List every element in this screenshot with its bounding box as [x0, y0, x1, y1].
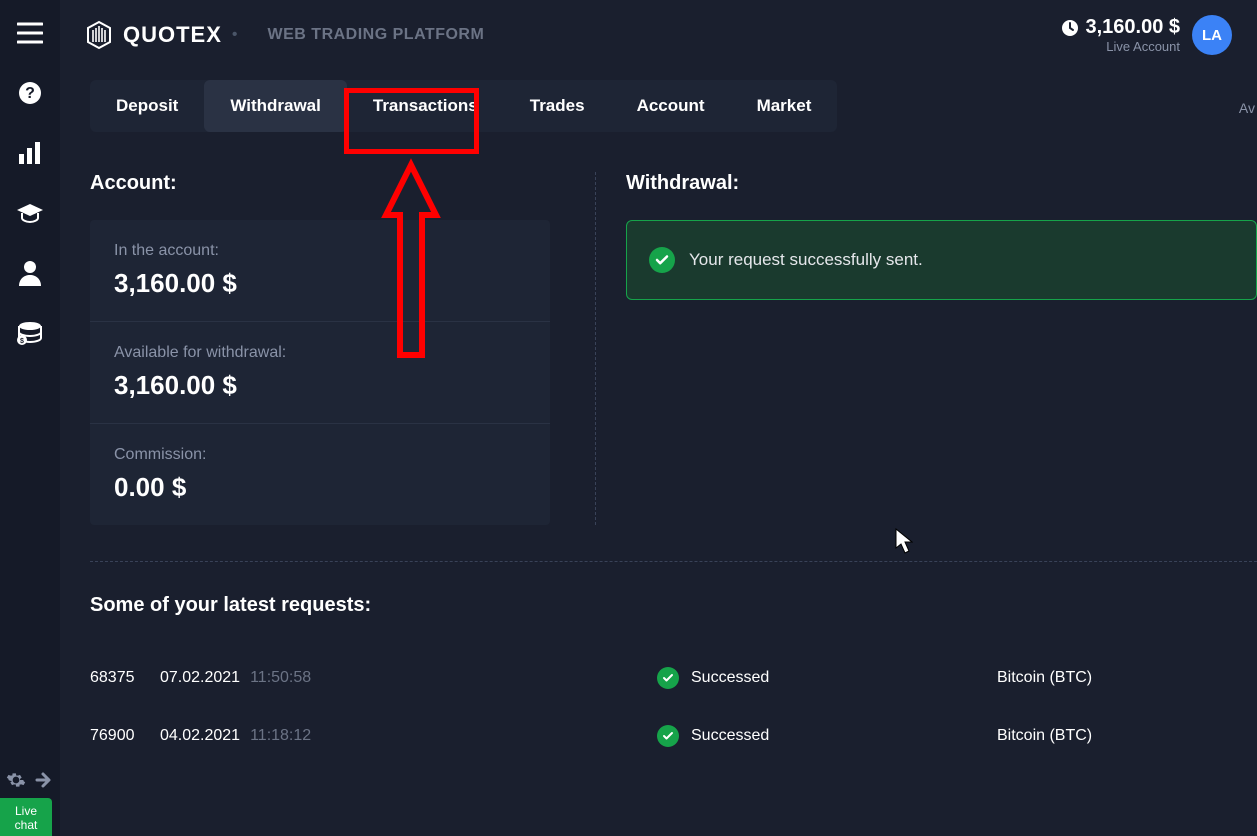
check-icon [649, 247, 675, 273]
balance-amount: 3,160.00 $ [1085, 16, 1180, 39]
info-value: 3,160.00 $ [114, 268, 526, 299]
coins-icon[interactable]: $ [15, 318, 45, 348]
tab-market[interactable]: Market [731, 80, 838, 132]
tab-deposit[interactable]: Deposit [90, 80, 204, 132]
request-status: Successed [691, 669, 769, 687]
tab-withdrawal[interactable]: Withdrawal [204, 80, 347, 132]
withdrawal-section-title: Withdrawal: [626, 172, 1257, 195]
tab-transactions[interactable]: Transactions [347, 80, 504, 132]
tab-trades[interactable]: Trades [504, 80, 611, 132]
info-value: 0.00 $ [114, 472, 526, 503]
user-icon[interactable] [15, 258, 45, 288]
account-type: Live Account [1061, 39, 1180, 54]
request-id: 68375 [90, 669, 160, 687]
info-row-commission: Commission: 0.00 $ [90, 424, 550, 525]
account-section-title: Account: [90, 172, 550, 195]
success-text: Your request successfully sent. [689, 250, 923, 270]
tab-account[interactable]: Account [611, 80, 731, 132]
account-info-card: In the account: 3,160.00 $ Available for… [90, 220, 550, 525]
balance-display[interactable]: 3,160.00 $ Live Account [1061, 16, 1180, 54]
svg-text:?: ? [25, 85, 35, 102]
education-icon[interactable] [15, 198, 45, 228]
latest-requests-title: Some of your latest requests: [90, 594, 1257, 617]
help-icon[interactable]: ? [15, 78, 45, 108]
menu-icon[interactable] [15, 18, 45, 48]
request-date: 07.02.2021 [160, 669, 240, 686]
brand-name: QUOTEX [123, 22, 222, 48]
divider [90, 561, 1257, 562]
success-status-icon [657, 667, 679, 689]
info-label: Commission: [114, 446, 526, 464]
info-label: In the account: [114, 242, 526, 260]
request-currency: Bitcoin (BTC) [997, 669, 1257, 687]
success-status-icon [657, 725, 679, 747]
request-status: Successed [691, 727, 769, 745]
request-row[interactable]: 68375 07.02.2021 11:50:58 Successed Bitco… [90, 649, 1257, 707]
sidebar: ? $ Live chat [0, 0, 60, 836]
request-date: 04.02.2021 [160, 727, 240, 744]
info-row-available: Available for withdrawal: 3,160.00 $ [90, 322, 550, 424]
logo[interactable]: QUOTEX [85, 20, 222, 50]
chart-icon[interactable] [15, 138, 45, 168]
request-currency: Bitcoin (BTC) [997, 727, 1257, 745]
svg-text:$: $ [20, 338, 24, 345]
avatar[interactable]: LA [1192, 15, 1232, 55]
settings-icon[interactable] [6, 770, 26, 790]
clock-icon [1061, 19, 1079, 37]
live-chat-button[interactable]: Live chat [0, 798, 52, 836]
topbar: QUOTEX • WEB TRADING PLATFORM 3,160.00 $… [60, 0, 1257, 70]
request-time: 11:50:58 [250, 669, 311, 686]
tabs: Deposit Withdrawal Transactions Trades A… [90, 80, 837, 132]
success-message-box: Your request successfully sent. [626, 220, 1257, 300]
brand-tagline: WEB TRADING PLATFORM [268, 26, 485, 44]
main-content: Deposit Withdrawal Transactions Trades A… [90, 80, 1257, 836]
expand-icon[interactable] [34, 770, 54, 790]
info-row-in-account: In the account: 3,160.00 $ [90, 220, 550, 322]
request-time: 11:18:12 [250, 727, 311, 744]
info-value: 3,160.00 $ [114, 370, 526, 401]
request-id: 76900 [90, 727, 160, 745]
request-row[interactable]: 76900 04.02.2021 11:18:12 Successed Bitco… [90, 707, 1257, 765]
info-label: Available for withdrawal: [114, 344, 526, 362]
